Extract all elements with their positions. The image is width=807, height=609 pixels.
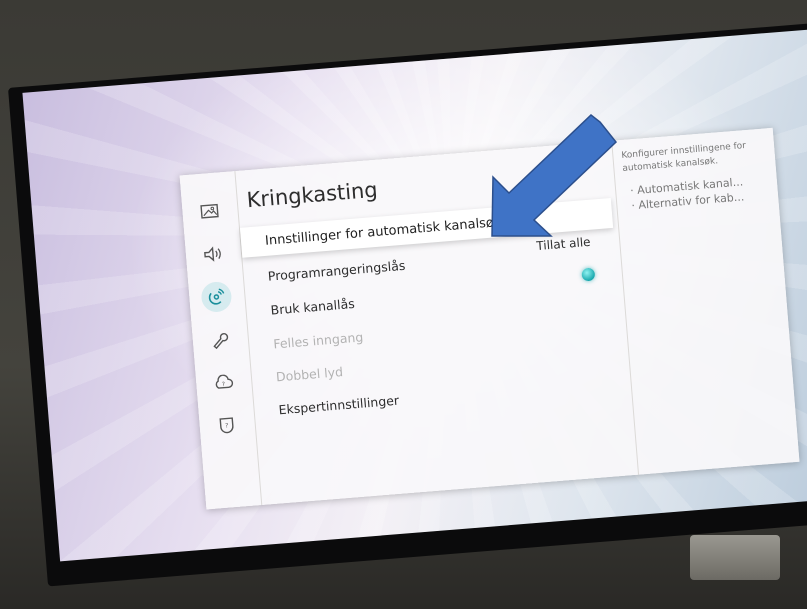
pointer-arrow-icon [491,114,618,237]
